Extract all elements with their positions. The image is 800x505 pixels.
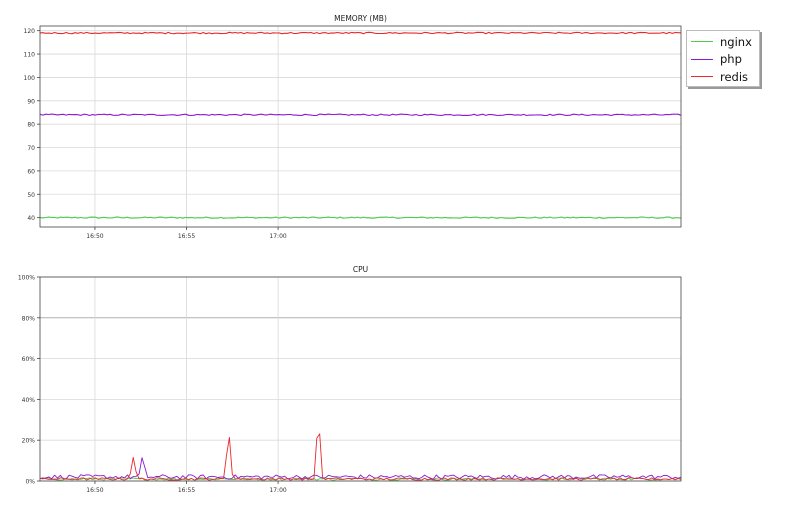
- y-tick-label: 100%: [18, 275, 35, 282]
- legend-label: php: [720, 52, 742, 67]
- series-line-redis: [39, 433, 682, 481]
- y-tick-label: 100: [24, 75, 36, 82]
- legend-label: nginx: [720, 34, 752, 49]
- legend-swatch: [691, 41, 713, 43]
- x-tick-label: 16:50: [86, 233, 103, 240]
- legend-item-php: php: [691, 51, 755, 69]
- series-line-redis: [39, 31, 682, 35]
- series-line-nginx: [39, 216, 682, 219]
- y-tick-label: 90: [27, 98, 35, 105]
- legend-item-nginx: nginx: [691, 33, 755, 51]
- x-tick-label: 16:50: [86, 487, 103, 494]
- y-tick-label: 120: [24, 28, 36, 35]
- series-line-php: [39, 113, 682, 117]
- figure: MEMORY (MB) 40 50 60 70 80 90 100 110 120 16:50 16:…: [18, 14, 682, 494]
- x-tick-label: 17:00: [269, 233, 286, 240]
- plot-frame: [39, 25, 682, 228]
- plot-frame: [39, 276, 682, 482]
- y-tick-label: 40: [27, 215, 35, 222]
- legend: nginx php redis: [686, 30, 760, 87]
- chart-title: CPU: [353, 265, 368, 274]
- x-tick-label: 16:55: [178, 233, 195, 240]
- y-tick-label: 60: [27, 168, 35, 175]
- series-line-php: [39, 457, 682, 480]
- y-tick-label: 0%: [25, 479, 35, 486]
- legend-item-redis: redis: [691, 68, 755, 86]
- x-tick-label: 17:00: [269, 487, 286, 494]
- y-tick-label: 80: [27, 122, 35, 129]
- y-tick-label: 70: [27, 145, 35, 152]
- y-tick-label: 50: [27, 192, 35, 199]
- y-tick-label: 40%: [22, 397, 36, 404]
- chart-title: MEMORY (MB): [334, 14, 387, 23]
- legend-label: redis: [720, 69, 749, 84]
- y-tick-label: 80%: [22, 315, 36, 322]
- x-tick-label: 16:55: [178, 487, 195, 494]
- y-tick-label: 60%: [22, 356, 36, 363]
- chart-1: CPU 0% 20% 40% 60% 80% 100% 16:50 16:55 17:00: [18, 265, 682, 494]
- y-tick-label: 20%: [22, 438, 36, 445]
- y-tick-label: 110: [24, 52, 36, 59]
- chart-0: MEMORY (MB) 40 50 60 70 80 90 100 110 120 16:50 16:…: [24, 14, 682, 240]
- legend-swatch: [691, 58, 713, 60]
- legend-swatch: [691, 76, 713, 78]
